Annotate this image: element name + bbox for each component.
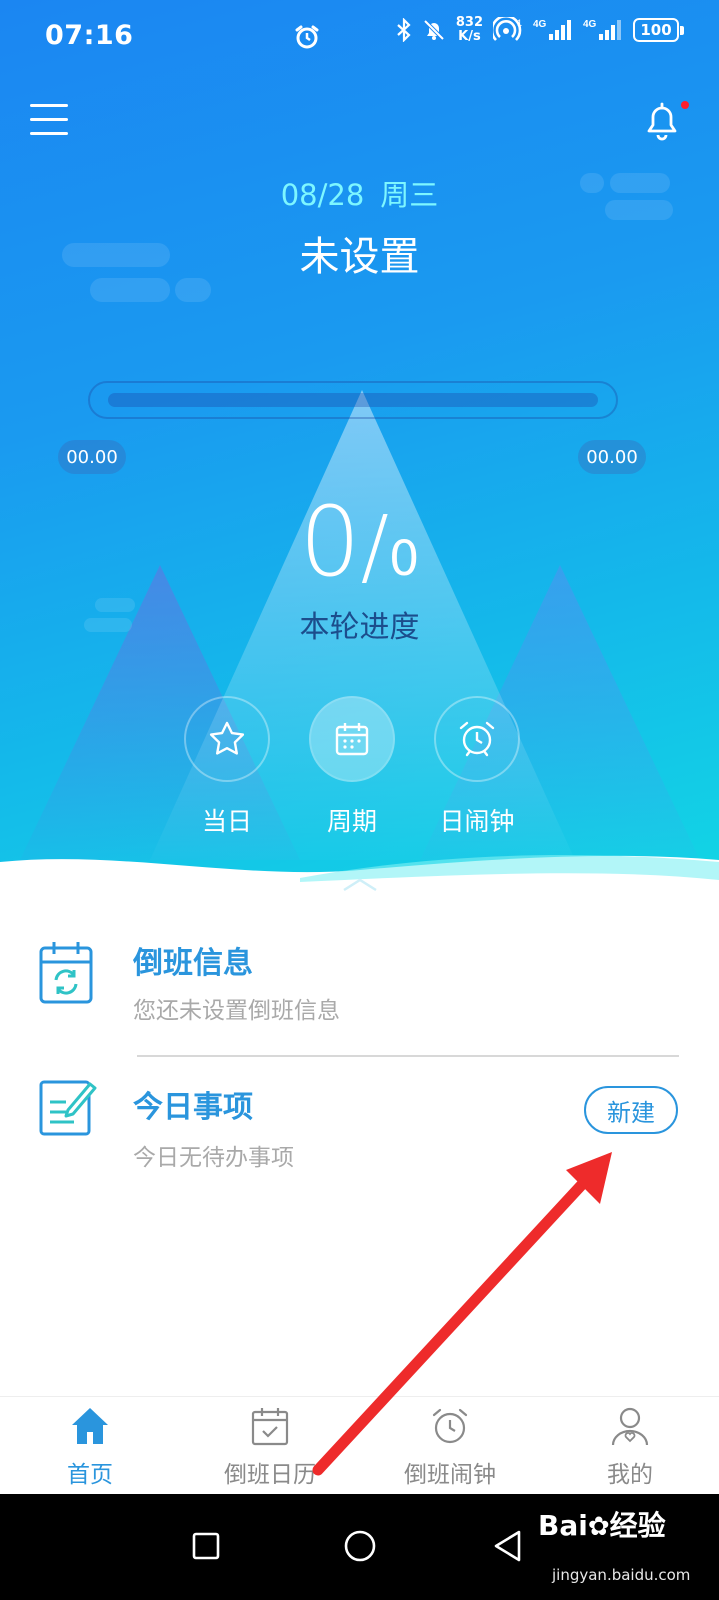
status-bar: 07:16 832 K/s 1 4G 4G 100	[0, 0, 719, 72]
status-time: 07:16	[45, 20, 134, 51]
signal-icon-2: 4G	[583, 18, 623, 42]
end-time-pill: 00.00	[578, 440, 646, 474]
today-items-subtitle: 今日无待办事项	[133, 1145, 294, 1171]
chevron-up-icon[interactable]	[340, 874, 380, 896]
start-time-pill: 00.00	[58, 440, 126, 474]
hero-header: 07:16 832 K/s 1 4G 4G 100 08/28 周三 未设置 0…	[0, 0, 719, 910]
alarm-clock-icon	[459, 721, 495, 757]
menu-button[interactable]	[30, 104, 68, 136]
net-speed: 832 K/s	[455, 15, 483, 44]
square-icon	[192, 1532, 220, 1560]
notification-dot	[681, 101, 689, 109]
user-icon	[611, 1407, 649, 1446]
edit-note-icon	[39, 1080, 97, 1136]
bell-icon	[647, 102, 677, 141]
weekday-text: 周三	[380, 178, 439, 212]
nav-mine[interactable]: 我的	[540, 1397, 719, 1495]
round-progress-bar	[88, 381, 618, 419]
calendar-sync-icon	[39, 942, 93, 1004]
home-icon	[72, 1408, 108, 1444]
svg-text:4G: 4G	[583, 19, 597, 30]
bluetooth-icon	[396, 18, 412, 42]
svg-text:1: 1	[517, 18, 522, 28]
system-nav-bar: Bai✿经验 jingyan.baidu.com	[0, 1494, 719, 1600]
calendar-icon	[335, 723, 369, 756]
paw-icon: ✿	[587, 1512, 610, 1542]
cycle-button[interactable]	[309, 696, 395, 782]
today-label: 当日	[201, 807, 252, 836]
status-icons: 832 K/s 1 4G 4G 100	[396, 15, 684, 44]
alarm-status-icon	[294, 24, 320, 54]
today-items-title: 今日事项	[133, 1090, 253, 1125]
baidu-watermark: Bai✿经验	[538, 1509, 666, 1542]
progress-count: 0/0	[0, 486, 719, 598]
cycle-label: 周期	[326, 807, 377, 836]
back-button[interactable]	[478, 1516, 538, 1576]
new-item-button[interactable]: 新建	[584, 1086, 678, 1134]
alarm-clock-icon	[432, 1408, 468, 1444]
svg-text:4G: 4G	[533, 19, 547, 30]
nav-shift-alarm-label: 倒班闹钟	[404, 1462, 496, 1488]
mute-bell-icon	[422, 18, 446, 42]
calendar-check-icon	[251, 1408, 289, 1446]
card-divider	[137, 1055, 679, 1057]
star-icon	[209, 721, 245, 755]
current-date: 08/28 周三	[0, 172, 719, 214]
shift-info-title: 倒班信息	[133, 946, 253, 981]
triangle-back-icon	[494, 1530, 521, 1562]
date-text: 08/28	[280, 178, 365, 212]
recent-apps-button[interactable]	[176, 1516, 236, 1576]
system-home-button[interactable]	[330, 1516, 390, 1576]
nav-shift-alarm[interactable]: 倒班闹钟	[360, 1397, 540, 1495]
bottom-nav: 首页 倒班日历 倒班闹钟 我的	[0, 1396, 719, 1494]
hamburger-icon	[30, 104, 68, 107]
shift-info-subtitle: 您还未设置倒班信息	[133, 998, 340, 1024]
nav-home[interactable]: 首页	[0, 1397, 180, 1495]
watermark-url: jingyan.baidu.com	[552, 1566, 691, 1584]
signal-icon-1: 4G	[533, 18, 573, 42]
progress-current: 0	[299, 486, 361, 598]
nav-mine-label: 我的	[607, 1462, 653, 1488]
battery-indicator: 100	[633, 18, 684, 42]
day-alarm-label: 日闹钟	[439, 807, 515, 836]
progress-total: 0	[388, 531, 420, 587]
circle-icon	[344, 1530, 376, 1562]
nav-shift-calendar-label: 倒班日历	[224, 1462, 316, 1488]
nav-shift-calendar[interactable]: 倒班日历	[180, 1397, 360, 1495]
day-alarm-button[interactable]	[434, 696, 520, 782]
shift-info-card[interactable]: 倒班信息 您还未设置倒班信息	[0, 930, 719, 1050]
hotspot-icon: 1	[493, 17, 523, 43]
progress-label: 本轮进度	[299, 610, 420, 645]
today-button[interactable]	[184, 696, 270, 782]
nav-home-label: 首页	[67, 1462, 113, 1488]
shift-status-title: 未设置	[299, 234, 420, 280]
progress-separator: /	[360, 497, 389, 595]
